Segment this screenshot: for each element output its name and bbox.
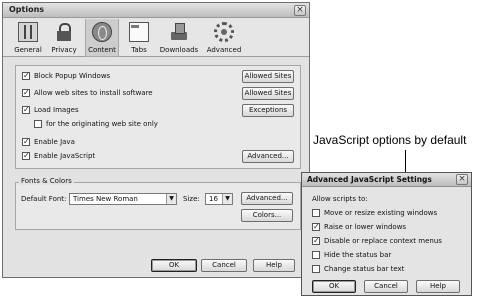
js-option-row: ✓ Disable or replace context menus	[312, 237, 470, 247]
originating-only-row: for the originating web site only	[34, 120, 214, 130]
js-option-row: Move or resize existing windows	[312, 209, 470, 219]
hide-status-bar-checkbox[interactable]	[312, 251, 320, 259]
options-ok-button[interactable]: OK	[151, 259, 197, 272]
allow-install-label: Allow web sites to install software	[34, 89, 153, 97]
default-font-value: Times New Roman	[73, 195, 138, 203]
status-bar-text-label: Change status bar text	[324, 265, 405, 273]
enable-javascript-row: ✓ Enable JavaScript	[22, 152, 172, 162]
callout-label: JavaScript options by default	[313, 133, 467, 147]
js-option-row: Hide the status bar	[312, 251, 470, 261]
allow-install-row: ✓ Allow web sites to install software	[22, 89, 222, 99]
enable-java-label: Enable Java	[34, 138, 75, 146]
tabs-icon	[129, 22, 149, 42]
hide-status-bar-label: Hide the status bar	[324, 251, 392, 259]
popup-allowed-sites-button[interactable]: Allowed Sites	[242, 70, 294, 83]
context-menus-label: Disable or replace context menus	[324, 237, 442, 245]
context-menus-checkbox[interactable]: ✓	[312, 237, 320, 245]
allow-scripts-label: Allow scripts to:	[312, 195, 368, 203]
font-size-label: Size:	[183, 195, 200, 203]
options-dialog: Options × General Privacy Content Tabs D…	[2, 2, 310, 278]
originating-only-checkbox[interactable]	[34, 120, 42, 128]
font-size-select[interactable]: 16 ▼	[205, 193, 233, 205]
globe-icon	[92, 22, 112, 42]
default-font-select[interactable]: Times New Roman ▼	[69, 193, 177, 205]
options-close-button[interactable]: ×	[294, 5, 306, 16]
options-title: Options	[9, 5, 45, 14]
block-popups-row: ✓ Block Popup Windows	[22, 72, 222, 82]
gear-icon	[214, 22, 234, 42]
toolbar-general[interactable]: General	[11, 19, 45, 57]
default-font-label: Default Font:	[21, 195, 67, 203]
javascript-settings-titlebar: Advanced JavaScript Settings ×	[302, 173, 471, 187]
chevron-down-icon: ▼	[222, 194, 232, 204]
fonts-advanced-button[interactable]: Advanced...	[241, 192, 293, 205]
block-popups-label: Block Popup Windows	[34, 72, 111, 80]
toolbar-advanced-label: Advanced	[206, 46, 242, 54]
javascript-settings-title: Advanced JavaScript Settings	[307, 175, 432, 184]
toolbar-general-label: General	[14, 46, 42, 54]
lock-icon	[54, 22, 74, 42]
enable-java-checkbox[interactable]: ✓	[22, 138, 30, 146]
toolbar-privacy-label: Privacy	[51, 46, 77, 54]
options-toolbar: General Privacy Content Tabs Downloads A…	[3, 19, 309, 57]
raise-lower-label: Raise or lower windows	[324, 223, 407, 231]
toolbar-advanced[interactable]: Advanced	[205, 19, 243, 57]
toolbar-content-label: Content	[88, 46, 116, 54]
toolbar-content[interactable]: Content	[85, 19, 119, 57]
images-exceptions-button[interactable]: Exceptions	[242, 104, 294, 117]
fonts-colors-group	[15, 182, 301, 230]
load-images-checkbox[interactable]: ✓	[22, 106, 30, 114]
colors-button[interactable]: Colors...	[241, 209, 293, 222]
content-settings-group: ✓ Block Popup Windows Allowed Sites ✓ Al…	[15, 65, 301, 169]
js-option-row: ✓ Raise or lower windows	[312, 223, 470, 233]
toolbar-downloads[interactable]: Downloads	[159, 19, 199, 57]
load-images-row: ✓ Load Images	[22, 106, 222, 116]
javascript-settings-dialog: Advanced JavaScript Settings × Allow scr…	[301, 172, 472, 296]
block-popups-checkbox[interactable]: ✓	[22, 72, 30, 80]
callout-line	[405, 150, 406, 174]
downloads-icon	[169, 22, 189, 42]
status-bar-text-checkbox[interactable]	[312, 265, 320, 273]
javascript-settings-close-button[interactable]: ×	[456, 174, 468, 185]
originating-only-label: for the originating web site only	[46, 120, 158, 128]
js-option-row: Change status bar text	[312, 265, 470, 275]
raise-lower-checkbox[interactable]: ✓	[312, 223, 320, 231]
javascript-ok-button[interactable]: OK	[312, 280, 356, 293]
options-cancel-button[interactable]: Cancel	[201, 259, 247, 272]
load-images-label: Load Images	[34, 106, 79, 114]
javascript-advanced-button[interactable]: Advanced...	[242, 150, 294, 163]
allow-install-checkbox[interactable]: ✓	[22, 89, 30, 97]
install-allowed-sites-button[interactable]: Allowed Sites	[242, 87, 294, 100]
toolbar-tabs[interactable]: Tabs	[125, 19, 153, 57]
move-resize-checkbox[interactable]	[312, 209, 320, 217]
enable-java-row: ✓ Enable Java	[22, 138, 172, 148]
chevron-down-icon: ▼	[166, 194, 176, 204]
options-help-button[interactable]: Help	[253, 259, 295, 272]
enable-javascript-checkbox[interactable]: ✓	[22, 152, 30, 160]
move-resize-label: Move or resize existing windows	[324, 209, 438, 217]
javascript-help-button[interactable]: Help	[416, 280, 460, 293]
enable-javascript-label: Enable JavaScript	[34, 152, 96, 160]
toolbar-privacy[interactable]: Privacy	[49, 19, 79, 57]
toolbar-downloads-label: Downloads	[159, 46, 199, 54]
toolbar-tabs-label: Tabs	[131, 46, 147, 54]
font-size-value: 16	[209, 195, 218, 203]
options-titlebar: Options ×	[3, 3, 309, 18]
fonts-colors-legend: Fonts & Colors	[19, 177, 74, 185]
javascript-cancel-button[interactable]: Cancel	[364, 280, 408, 293]
general-icon	[18, 22, 38, 42]
